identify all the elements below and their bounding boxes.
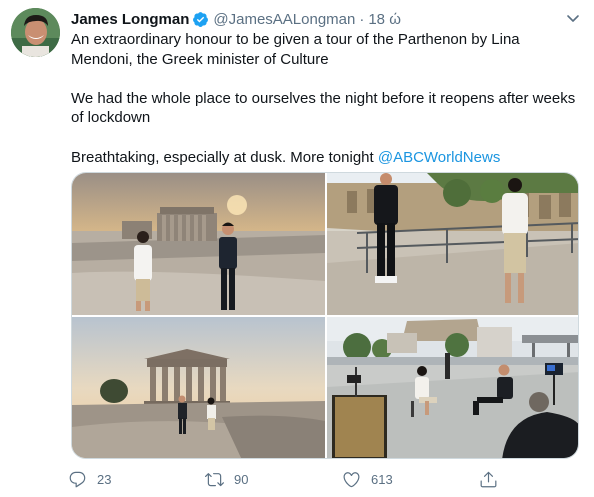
photo-theatre-ruins[interactable] <box>327 173 578 315</box>
reply-icon <box>68 470 87 489</box>
retweet-icon <box>205 470 224 489</box>
tweet-header: James Longman @JamesAALongman · 18 ώ <box>71 9 401 29</box>
verified-badge-icon <box>192 11 209 28</box>
heart-icon <box>342 470 361 489</box>
tweet-timestamp[interactable]: 18 ώ <box>368 11 401 28</box>
avatar[interactable] <box>11 8 60 57</box>
like-button[interactable]: 613 <box>342 468 393 490</box>
photo-interview-setup[interactable] <box>327 317 578 458</box>
separator-dot: · <box>359 10 365 28</box>
like-count: 613 <box>371 471 393 487</box>
tweet[interactable]: James Longman @JamesAALongman · 18 ώ An … <box>0 0 594 497</box>
retweet-button[interactable]: 90 <box>205 468 248 490</box>
share-button[interactable] <box>479 468 508 490</box>
author-handle[interactable]: @JamesAALongman <box>213 11 355 28</box>
chevron-down-icon[interactable] <box>565 10 581 26</box>
share-icon <box>479 470 498 489</box>
tweet-paragraph-1: An extraordinary honour to be given a to… <box>71 31 524 68</box>
retweet-count: 90 <box>234 471 249 487</box>
media-grid <box>71 172 579 459</box>
tweet-actions: 23 90 613 <box>68 468 508 490</box>
tweet-paragraph-3: Breathtaking, especially at dusk. More t… <box>71 148 576 168</box>
reply-count: 23 <box>97 471 112 487</box>
photo-parthenon-sunset[interactable] <box>72 317 325 458</box>
tweet-paragraph-2: We had the whole place to ourselves the … <box>71 89 580 127</box>
tweet-paragraph-3-text: Breathtaking, especially at dusk. More t… <box>71 148 378 166</box>
tweet-text: An extraordinary honour to be given a to… <box>71 30 576 167</box>
author-name[interactable]: James Longman <box>71 11 189 28</box>
reply-button[interactable]: 23 <box>68 468 111 490</box>
mention-link[interactable]: @ABCWorldNews <box>378 149 500 166</box>
photo-parthenon-dusk[interactable] <box>72 173 325 315</box>
